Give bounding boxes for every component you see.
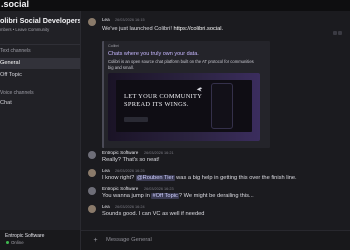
message-author[interactable]: Entropic Software (102, 186, 138, 191)
channel-off-topic-label: Off Topic (0, 72, 22, 78)
avatar[interactable] (88, 187, 96, 195)
message-text-lead: We've just launched Colibri! (102, 26, 174, 32)
message-text: Sounds good. I can VC as well if needed (102, 211, 205, 217)
colibri-logo-icon (196, 87, 203, 92)
embed-image-button (124, 117, 148, 122)
link-embed: Colibri Chats where you truly own your d… (102, 41, 270, 148)
message-text: You wanna jump in #Off Topic? We might b… (102, 193, 254, 199)
reply-icon[interactable] (333, 31, 337, 35)
online-status-dot (6, 241, 9, 244)
embed-site-name: Colibri (108, 44, 119, 48)
message-text: Really? That's so neat! (102, 157, 160, 163)
message-text: We've just launched Colibri! https://col… (102, 26, 223, 32)
embed-image[interactable]: LET YOUR COMMUNITY SPREAD ITS WINGS. (108, 73, 260, 141)
avatar[interactable] (88, 205, 96, 213)
message-author[interactable]: Lea (102, 17, 110, 22)
message-text-lead: I know right? (102, 175, 136, 181)
embed-title[interactable]: Chats where you truly own your data. (108, 51, 199, 57)
user-name: Entropic Software (5, 233, 45, 239)
embed-image-card: LET YOUR COMMUNITY SPREAD ITS WINGS. (116, 80, 252, 132)
plus-icon[interactable]: + (92, 237, 99, 244)
channel-general[interactable]: General (0, 58, 80, 69)
message-text: I know right? @Rouben Tier was a big hel… (102, 175, 297, 181)
message-link[interactable]: https://colibri.social. (173, 26, 223, 32)
channel-mention[interactable]: #Off Topic (151, 193, 179, 199)
message-time: 26/03/2026 16:21 (144, 151, 174, 155)
message-author[interactable]: Lea (102, 168, 110, 173)
user-mention[interactable]: @Rouben Tier (135, 175, 175, 181)
message-input[interactable] (106, 233, 342, 247)
message-hover-actions (333, 22, 346, 35)
message-time: 26/03/2026 16:25 (115, 169, 145, 173)
message: Lea 26/03/2026 16:25 I know right? @Roub… (81, 168, 350, 186)
voice-channel-chat[interactable]: Chat (0, 98, 80, 109)
message: Entropic Software 26/03/2026 16:21 Reall… (81, 150, 350, 168)
message-time: 26/03/2026 16:24 (115, 205, 145, 209)
avatar[interactable] (88, 18, 96, 26)
message-text-tail: ? We might be derailing this... (178, 193, 254, 199)
app-title: .social (1, 0, 30, 9)
avatar[interactable] (88, 151, 96, 159)
voice-channel-chat-label: Chat (0, 100, 12, 106)
message-text-lead: You wanna jump in (102, 193, 152, 199)
channel-sidebar: olibri Social Developers mbers • Leave C… (0, 11, 82, 250)
user-panel[interactable]: Entropic Software Online (0, 230, 80, 250)
channel-off-topic[interactable]: Off Topic (0, 70, 80, 81)
message-text-tail: was a big help in getting this over the … (174, 175, 297, 181)
message: Lea 26/03/2026 16:24 Sounds good. I can … (81, 204, 350, 222)
message: Lea 26/03/2026 16:15 We've just launched… (81, 17, 350, 148)
message-composer: + (81, 230, 350, 250)
app-titlebar: .social (0, 0, 350, 11)
message-time: 26/03/2026 16:23 (144, 187, 174, 191)
embed-description: Colibri is an open source chat platform … (108, 59, 254, 70)
sidebar-divider (0, 44, 80, 45)
avatar[interactable] (88, 169, 96, 177)
text-channels-category: Text channels (0, 48, 31, 54)
chat-area: Lea 26/03/2026 16:15 We've just launched… (81, 11, 350, 250)
message: Entropic Software 26/03/2026 16:23 You w… (81, 186, 350, 204)
user-status: Online (11, 240, 24, 245)
message-author[interactable]: Lea (102, 204, 110, 209)
message-author[interactable]: Entropic Software (102, 150, 138, 155)
channel-general-label: General (0, 60, 20, 66)
message-time: 26/03/2026 16:15 (115, 18, 145, 22)
more-icon[interactable] (338, 31, 342, 35)
server-members-leave[interactable]: mbers • Leave Community (0, 27, 49, 32)
phone-mockup (211, 83, 233, 129)
server-name[interactable]: olibri Social Developers (0, 16, 82, 25)
voice-channels-category: Voice channels (0, 90, 34, 96)
embed-image-headline: LET YOUR COMMUNITY SPREAD ITS WINGS. (124, 93, 203, 108)
